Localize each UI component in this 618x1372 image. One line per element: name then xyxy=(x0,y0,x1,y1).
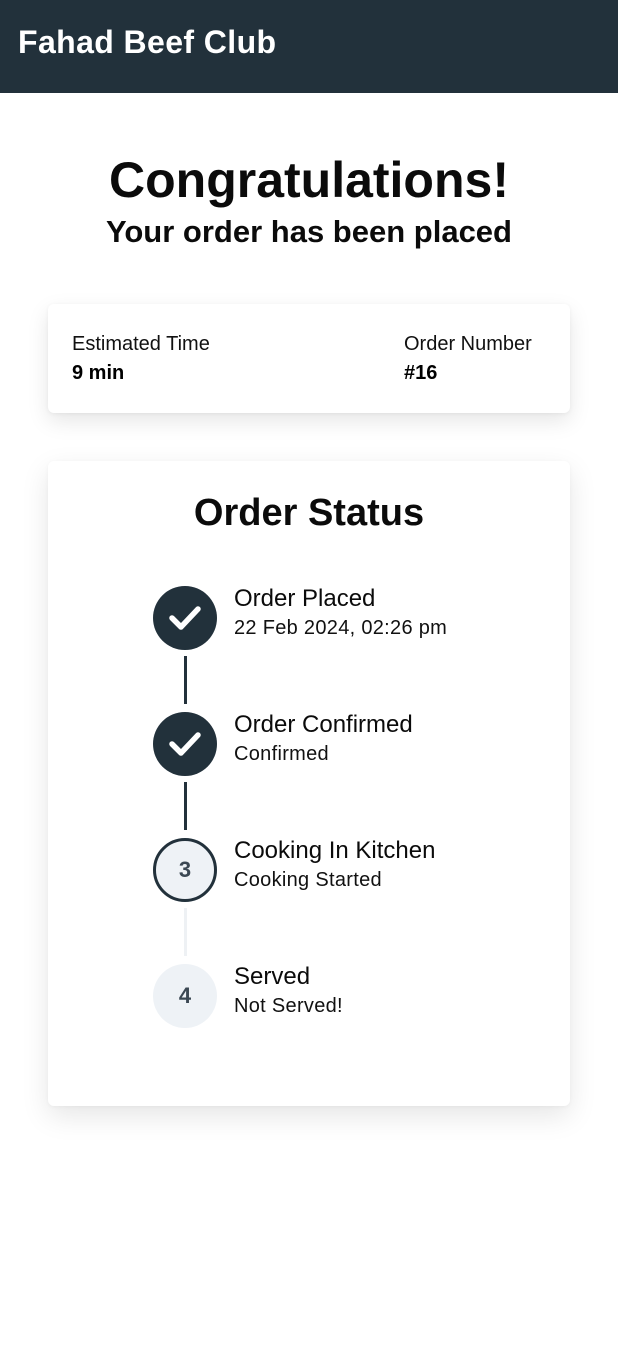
order-number-block: Order Number #16 xyxy=(404,330,532,388)
estimated-time-block: Estimated Time 9 min xyxy=(72,330,210,388)
order-number-value: #16 xyxy=(404,362,438,384)
step-title: Served xyxy=(234,963,311,990)
brand-title: Fahad Beef Club xyxy=(18,24,277,60)
check-icon xyxy=(169,732,201,756)
check-icon xyxy=(169,606,201,630)
order-info-card: Estimated Time 9 min Order Number #16 xyxy=(48,304,570,413)
step-done-circle xyxy=(153,586,217,650)
step-subtitle: 22 Feb 2024, 02:26 pm xyxy=(234,617,448,639)
step-number: 4 xyxy=(178,983,192,1008)
step-number: 3 xyxy=(178,857,192,882)
status-step-order-confirmed: Order Confirmed Confirmed xyxy=(153,711,533,776)
step-title: Cooking In Kitchen xyxy=(234,837,436,864)
step-title: Order Confirmed xyxy=(234,711,413,738)
status-step-cooking: 3 Cooking In Kitchen Cooking Started xyxy=(153,837,533,902)
page-title: Congratulations! xyxy=(109,152,509,208)
estimated-time-label: Estimated Time xyxy=(72,333,210,355)
step-current-circle: 3 xyxy=(153,838,217,902)
step-subtitle: Not Served! xyxy=(234,995,343,1017)
step-subtitle: Cooking Started xyxy=(234,869,382,891)
step-connector xyxy=(184,656,187,704)
step-pending-circle: 4 xyxy=(153,964,217,1028)
page-subtitle: Your order has been placed xyxy=(106,214,512,249)
step-done-circle xyxy=(153,712,217,776)
step-connector xyxy=(184,782,187,830)
order-status-title: Order Status xyxy=(193,492,425,534)
order-status-card: Order Status Order Placed 22 Feb 2024, 0… xyxy=(48,461,570,1106)
step-connector xyxy=(184,908,187,956)
estimated-time-value: 9 min xyxy=(72,362,125,384)
app-header: Fahad Beef Club xyxy=(0,0,618,93)
step-title: Order Placed xyxy=(234,585,376,612)
step-subtitle: Confirmed xyxy=(234,743,329,765)
order-number-label: Order Number xyxy=(404,333,532,355)
status-step-served: 4 Served Not Served! xyxy=(153,963,533,1028)
status-step-order-placed: Order Placed 22 Feb 2024, 02:26 pm xyxy=(153,585,533,650)
